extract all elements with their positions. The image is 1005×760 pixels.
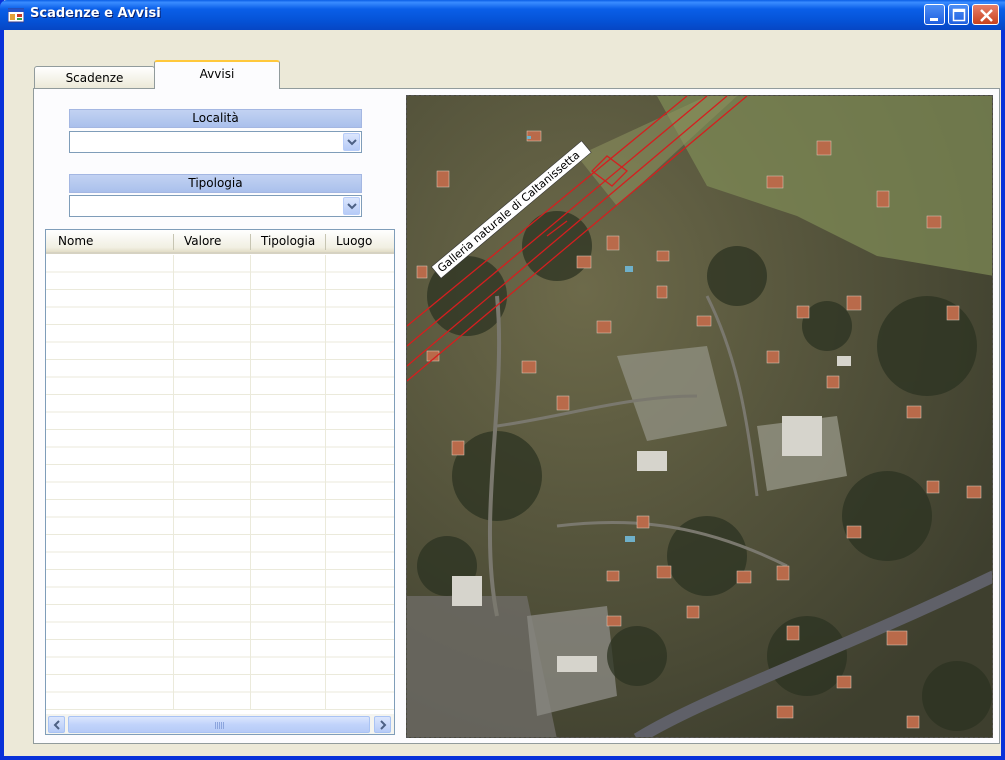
localita-dropdown-button[interactable] bbox=[343, 133, 360, 151]
list-header: Nome Valore Tipologia Luogo bbox=[46, 230, 394, 254]
list-rows bbox=[46, 255, 394, 710]
close-icon bbox=[980, 9, 993, 22]
chevron-right-icon bbox=[380, 720, 387, 730]
tipologia-combobox[interactable] bbox=[69, 195, 362, 217]
maximize-icon bbox=[952, 8, 966, 22]
title-bar[interactable]: Scadenze e Avvisi bbox=[0, 0, 1005, 30]
chevron-left-icon bbox=[53, 720, 60, 730]
grip-icon bbox=[215, 722, 224, 729]
column-divider[interactable] bbox=[325, 234, 326, 250]
app-icon bbox=[8, 8, 24, 23]
avvisi-tab-page: Località Tipologia Nome Valore Tipologia… bbox=[33, 88, 1000, 744]
scroll-left-button[interactable] bbox=[48, 716, 65, 733]
horizontal-scrollbar[interactable] bbox=[46, 714, 394, 734]
aerial-map-view[interactable]: Galleria naturale di Caltanissetta bbox=[406, 95, 993, 738]
maximize-button[interactable] bbox=[948, 4, 969, 25]
column-divider[interactable] bbox=[173, 234, 174, 250]
tipologia-label: Tipologia bbox=[69, 174, 362, 193]
window-title: Scadenze e Avvisi bbox=[30, 6, 161, 21]
column-gridline bbox=[173, 255, 174, 710]
column-gridline bbox=[250, 255, 251, 710]
column-header-luogo[interactable]: Luogo bbox=[330, 230, 372, 254]
column-gridline bbox=[325, 255, 326, 710]
chevron-down-icon bbox=[347, 139, 357, 146]
scrollbar-thumb[interactable] bbox=[68, 716, 370, 733]
tab-scadenze[interactable]: Scadenze bbox=[34, 66, 155, 88]
column-divider[interactable] bbox=[250, 234, 251, 250]
localita-combobox[interactable] bbox=[69, 131, 362, 153]
scroll-right-button[interactable] bbox=[374, 716, 391, 733]
tab-avvisi[interactable]: Avvisi bbox=[154, 60, 280, 89]
avvisi-list[interactable]: Nome Valore Tipologia Luogo bbox=[45, 229, 395, 735]
localita-label: Località bbox=[69, 109, 362, 128]
main-window: Scadenze e Avvisi Scadenze Avvisi Locali… bbox=[0, 0, 1005, 760]
close-button[interactable] bbox=[972, 4, 999, 25]
chevron-down-icon bbox=[347, 203, 357, 210]
tipologia-dropdown-button[interactable] bbox=[343, 197, 360, 215]
column-header-tipologia[interactable]: Tipologia bbox=[255, 230, 315, 254]
minimize-icon bbox=[930, 18, 938, 21]
column-header-valore[interactable]: Valore bbox=[178, 230, 221, 254]
minimize-button[interactable] bbox=[924, 4, 945, 25]
column-header-nome[interactable]: Nome bbox=[52, 230, 93, 254]
aerial-photo: Galleria naturale di Caltanissetta bbox=[407, 96, 992, 737]
